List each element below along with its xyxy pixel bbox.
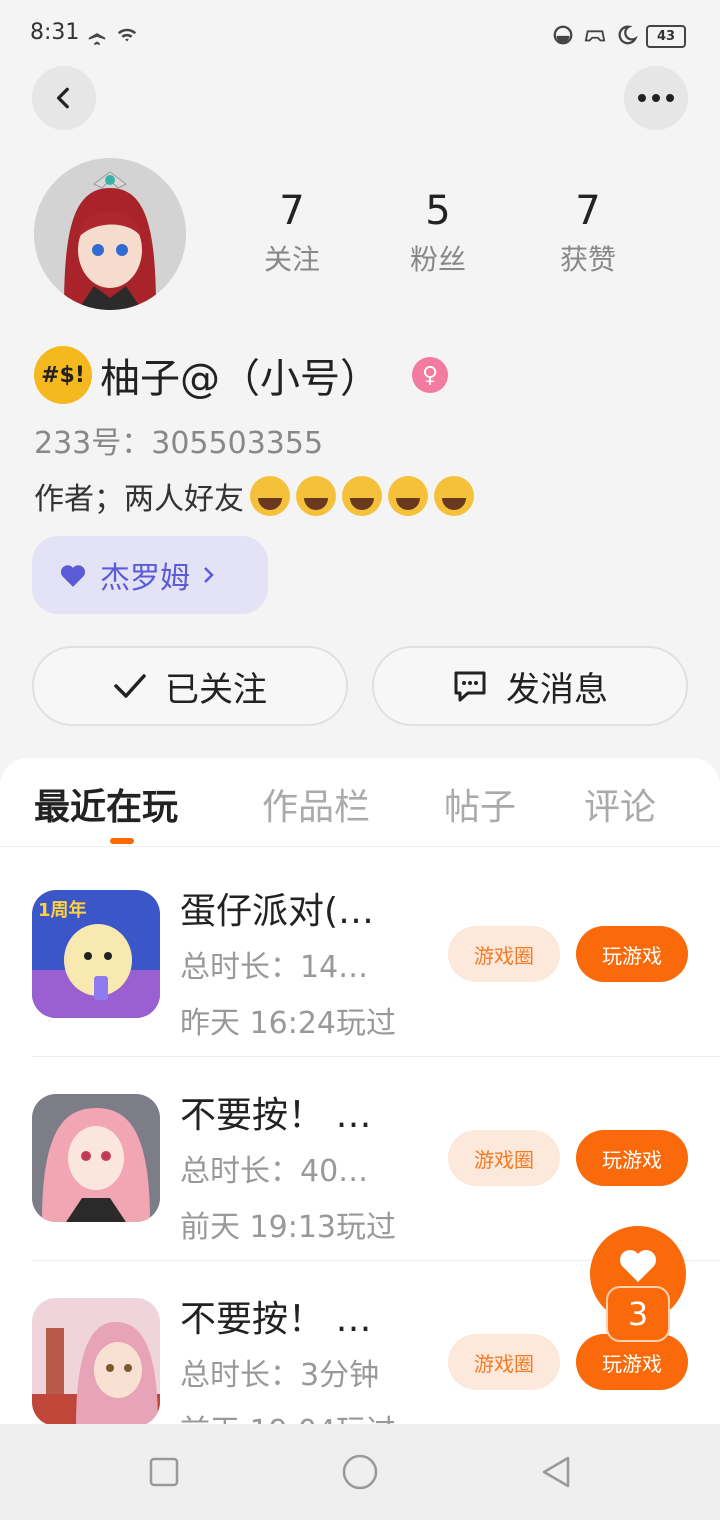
game-icon-image (32, 1094, 160, 1222)
companion-tag-label: 杰罗姆 (100, 561, 190, 596)
game-title: 不要按！ … (180, 1095, 372, 1136)
back-arrow-icon (56, 87, 69, 109)
sneezing-face-icon (434, 476, 474, 516)
message-button[interactable]: 发消息 (372, 646, 688, 726)
check-icon (114, 674, 146, 698)
game-circle-button[interactable]: 游戏圈 (448, 1334, 560, 1390)
more-dots-icon (638, 94, 674, 102)
game-title: 不要按！ … (180, 1299, 372, 1340)
chat-bubble-icon (454, 671, 486, 702)
crying-face-icon (296, 476, 336, 516)
name-row: #$! 柚子@（小号） ♀ (34, 346, 448, 404)
back-nav-icon[interactable] (538, 1454, 574, 1490)
battery-indicator: 43 (646, 25, 686, 48)
game-duration: 总时长：14… (180, 950, 369, 985)
stat-following[interactable]: 7 关注 (232, 188, 352, 278)
recent-apps-icon[interactable] (148, 1456, 180, 1488)
game-icon-image (32, 1298, 160, 1426)
game-icon[interactable]: 1周年 (32, 890, 160, 1018)
game-icon[interactable] (32, 1094, 160, 1222)
play-game-button[interactable]: 玩游戏 (576, 1130, 688, 1186)
game-last-played: 前天 19:13玩过 (180, 1210, 396, 1245)
chevron-right-icon (204, 567, 214, 583)
game-circle-button[interactable]: 游戏圈 (448, 1130, 560, 1186)
tab-comments[interactable]: 评论 (584, 778, 656, 830)
play-game-button[interactable]: 玩游戏 (576, 1334, 688, 1390)
avatar[interactable] (34, 158, 186, 310)
game-icon[interactable] (32, 1298, 160, 1426)
system-nav-bar (0, 1424, 720, 1520)
stat-likes[interactable]: 7 获赞 (528, 188, 648, 278)
airplane-icon (88, 25, 106, 46)
profile-bio: 作者；两人好友 (34, 474, 474, 518)
game-duration: 总时长：40… (180, 1154, 369, 1189)
tab-indicator (110, 838, 134, 844)
stat-likes-count: 7 (575, 188, 601, 234)
divider (32, 1056, 720, 1057)
stat-likes-label: 获赞 (559, 243, 616, 276)
heart-icon (60, 565, 86, 587)
status-time: 8:31 (30, 20, 80, 45)
svg-text:1周年: 1周年 (38, 899, 87, 921)
user-id: 233号：305503355 (34, 426, 324, 461)
game-title: 蛋仔派对(… (180, 891, 375, 932)
game-last-played: 昨天 16:24玩过 (180, 1006, 396, 1041)
stat-following-label: 关注 (263, 243, 320, 276)
data-saver-icon (553, 25, 573, 45)
back-button[interactable] (32, 66, 96, 130)
floating-badge[interactable]: 3 (606, 1286, 670, 1342)
more-button[interactable] (624, 66, 688, 130)
moon-icon (618, 25, 638, 45)
crying-face-icon (250, 476, 290, 516)
stat-followers-count: 5 (425, 188, 451, 234)
profile-name: 柚子@（小号） (100, 356, 380, 402)
play-game-button[interactable]: 玩游戏 (576, 926, 688, 982)
controller-icon (584, 30, 606, 42)
tab-recent[interactable]: 最近在玩 (34, 778, 178, 830)
message-button-label: 发消息 (506, 669, 608, 710)
stat-followers-label: 粉丝 (409, 243, 466, 276)
follow-button-label: 已关注 (165, 669, 267, 710)
cursing-face-icon: #$! (34, 346, 92, 404)
game-duration: 总时长：3分钟 (180, 1358, 380, 1393)
tab-posts[interactable]: 帖子 (444, 778, 516, 830)
home-icon[interactable] (340, 1452, 380, 1492)
follow-button[interactable]: 已关注 (32, 646, 348, 726)
stat-following-count: 7 (279, 188, 305, 234)
companion-tag[interactable]: 杰罗姆 (32, 536, 268, 614)
game-item[interactable]: 1周年 蛋仔派对(… 总时长：14… 昨天 16:24玩过 游戏圈 玩游戏 (0, 860, 720, 1062)
status-bar: 8:31 43 (0, 0, 720, 72)
tab-works[interactable]: 作品栏 (262, 778, 370, 830)
crying-face-icon (388, 476, 428, 516)
wifi-icon (117, 28, 137, 42)
stat-followers[interactable]: 5 粉丝 (378, 188, 498, 278)
avatar-image (34, 158, 186, 310)
game-icon-image: 1周年 (32, 890, 160, 1018)
crying-face-icon (342, 476, 382, 516)
tab-bar: 最近在玩 作品栏 帖子 评论 (0, 758, 720, 847)
bio-text: 作者；两人好友 (34, 482, 244, 517)
game-circle-button[interactable]: 游戏圈 (448, 926, 560, 982)
female-icon: ♀ (412, 357, 448, 393)
